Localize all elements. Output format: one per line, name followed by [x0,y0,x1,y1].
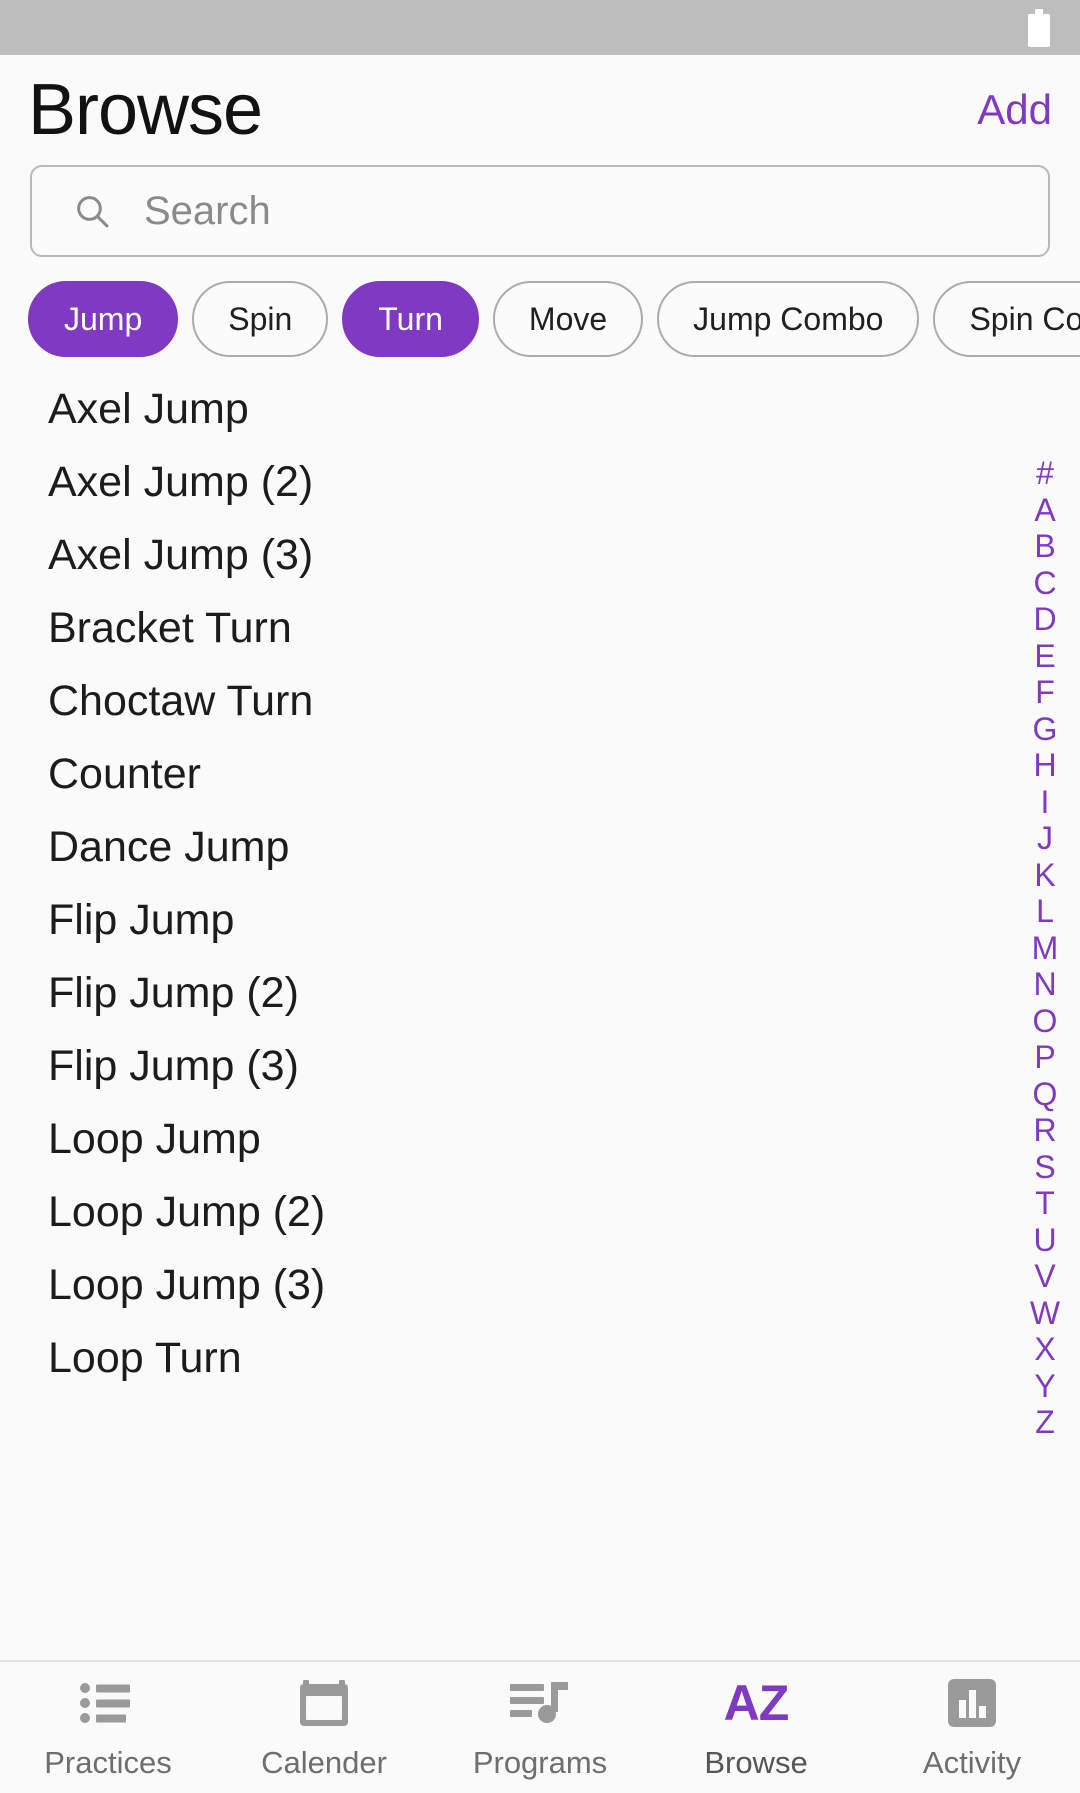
page-header: Browse Add [0,55,1080,165]
index-letter[interactable]: V [1028,1258,1062,1295]
filter-chip-move[interactable]: Move [492,281,644,357]
tab-calender[interactable]: Calender [216,1662,432,1793]
list-bullets-icon [79,1675,137,1731]
index-letter[interactable]: J [1028,820,1062,857]
list-item[interactable]: Loop Jump (2) [48,1176,1080,1249]
filter-chip-turn[interactable]: Turn [342,281,479,357]
tab-browse[interactable]: AZ Browse [648,1662,864,1793]
filter-chip-jump-combo[interactable]: Jump Combo [657,281,920,357]
page-title: Browse [28,70,263,150]
index-letter[interactable]: B [1028,528,1062,565]
list-item[interactable]: Axel Jump [48,373,1080,446]
tab-label-programs: Programs [472,1744,608,1780]
index-letter[interactable]: F [1028,674,1062,711]
index-letter[interactable]: L [1028,893,1062,930]
bar-chart-icon [945,1675,999,1731]
index-letter[interactable]: H [1028,747,1062,784]
list-item[interactable]: Loop Jump (3) [48,1249,1080,1322]
status-bar [0,0,1080,55]
list-item[interactable]: Dance Jump [48,811,1080,884]
search-placeholder: Search [144,188,271,233]
index-letter[interactable]: # [1028,455,1062,492]
filter-chip-jump[interactable]: Jump [28,281,179,357]
index-letter[interactable]: R [1028,1112,1062,1149]
list-item[interactable]: Loop Turn [48,1322,1080,1395]
index-letter[interactable]: D [1028,601,1062,638]
bottom-tab-bar[interactable]: Practices Calender Programs AZ Browse Ac… [0,1660,1080,1793]
index-letter[interactable]: P [1028,1039,1062,1076]
index-letter[interactable]: X [1028,1331,1062,1368]
index-letter[interactable]: I [1028,784,1062,821]
list-item[interactable]: Choctaw Turn [48,665,1080,738]
index-letter[interactable]: S [1028,1149,1062,1186]
list-item[interactable]: Axel Jump (3) [48,519,1080,592]
tab-activity[interactable]: Activity [864,1662,1080,1793]
index-letter[interactable]: Q [1028,1076,1062,1113]
tab-label-calender: Calender [261,1744,387,1780]
index-letter[interactable]: K [1028,857,1062,894]
list-item[interactable]: Axel Jump (2) [48,446,1080,519]
tab-programs[interactable]: Programs [432,1662,648,1793]
filter-chip-spin-combo[interactable]: Spin Combo [933,281,1080,357]
index-letter[interactable]: W [1028,1295,1062,1332]
index-letter[interactable]: G [1028,711,1062,748]
list-item[interactable]: Bracket Turn [48,592,1080,665]
search-input[interactable]: Search [30,165,1050,257]
index-letter[interactable]: U [1028,1222,1062,1259]
list-item[interactable]: Flip Jump (3) [48,1030,1080,1103]
search-icon [77,196,109,228]
tab-label-activity: Activity [922,1744,1022,1780]
list-item[interactable]: Flip Jump (2) [48,957,1080,1030]
index-letter[interactable]: E [1028,638,1062,675]
index-letter[interactable]: M [1028,930,1062,967]
index-letter[interactable]: T [1028,1185,1062,1222]
index-letter[interactable]: N [1028,966,1062,1003]
index-letter[interactable]: Y [1028,1368,1062,1405]
alphabet-index[interactable]: # A B C D E F G H I J K L M N O P Q R S T U V W X Y Z [1028,455,1062,1441]
filter-chips-row[interactable]: JumpSpinTurnMoveJump ComboSpin Combo [0,279,1080,359]
music-list-icon [510,1675,570,1731]
calendar-icon [297,1675,351,1731]
index-letter[interactable]: A [1028,492,1062,529]
index-letter[interactable]: C [1028,565,1062,602]
element-list[interactable]: Axel Jump Axel Jump (2) Axel Jump (3) Brack… [0,373,1080,1493]
list-item[interactable]: Counter [48,738,1080,811]
az-icon: AZ [723,1674,790,1731]
filter-chip-spin[interactable]: Spin [192,281,329,357]
tab-label-practices: Practices [44,1744,172,1780]
list-item[interactable]: Flip Jump [48,884,1080,957]
battery-icon [1028,8,1050,47]
add-button[interactable]: Add [977,89,1052,131]
index-letter[interactable]: O [1028,1003,1062,1040]
tab-label-browse: Browse [704,1744,808,1780]
app-root: Browse Add Search Jump Spin Turn Move Jump C… [0,0,1080,1793]
list-item[interactable]: Loop Jump [48,1103,1080,1176]
index-letter[interactable]: Z [1028,1404,1062,1441]
search-section: Search [0,165,1080,257]
tab-practices[interactable]: Practices [0,1662,216,1793]
